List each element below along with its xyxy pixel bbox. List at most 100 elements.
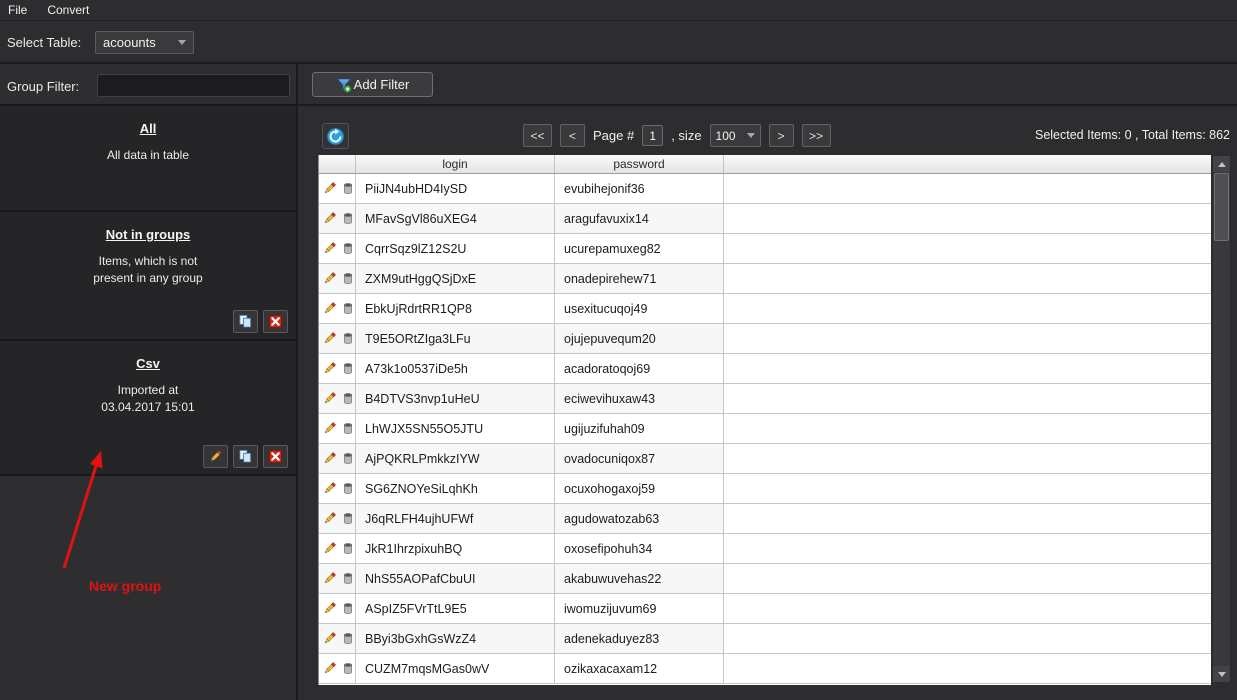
next-page-button[interactable]: > bbox=[768, 124, 794, 147]
delete-group-button[interactable] bbox=[263, 445, 288, 468]
prev-page-button[interactable]: < bbox=[560, 124, 585, 147]
table-row[interactable]: SG6ZNOYeSiLqhKh ocuxohogaxoj59 bbox=[319, 474, 1211, 504]
table-row[interactable]: A73k1o0537iDe5h acadoratoqoj69 bbox=[319, 354, 1211, 384]
trash-icon bbox=[341, 211, 355, 226]
delete-row-button[interactable] bbox=[340, 661, 355, 677]
table-row[interactable]: BByi3bGxhGsWzZ4 adenekaduyez83 bbox=[319, 624, 1211, 654]
edit-row-button[interactable] bbox=[322, 601, 337, 617]
table-row[interactable]: MFavSgVl86uXEG4 aragufavuxix14 bbox=[319, 204, 1211, 234]
table-row[interactable]: EbkUjRdrtRR1QP8 usexitucuqoj49 bbox=[319, 294, 1211, 324]
copy-group-button[interactable] bbox=[233, 445, 258, 468]
pencil-icon bbox=[322, 661, 337, 676]
refresh-button[interactable] bbox=[322, 123, 349, 149]
filler-cell bbox=[724, 444, 1211, 473]
group-filter-input[interactable] bbox=[97, 74, 290, 97]
copy-icon bbox=[238, 449, 253, 464]
delete-row-button[interactable] bbox=[340, 181, 355, 197]
table-row[interactable]: B4DTVS3nvp1uHeU eciwevihuxaw43 bbox=[319, 384, 1211, 414]
delete-row-button[interactable] bbox=[340, 451, 355, 467]
delete-row-button[interactable] bbox=[340, 361, 355, 377]
table-row[interactable]: CUZM7mqsMGas0wV ozikaxacaxam12 bbox=[319, 654, 1211, 684]
group-item-csv[interactable]: Csv Imported at 03.04.2017 15:01 bbox=[0, 341, 296, 474]
delete-row-button[interactable] bbox=[340, 571, 355, 587]
pencil-icon bbox=[322, 181, 337, 196]
page-number-label: Page # bbox=[593, 128, 635, 143]
vertical-scrollbar[interactable] bbox=[1212, 155, 1231, 683]
password-column-header[interactable]: password bbox=[555, 155, 724, 173]
trash-icon bbox=[341, 421, 355, 436]
edit-row-button[interactable] bbox=[322, 541, 337, 557]
divider bbox=[298, 104, 1237, 106]
edit-row-button[interactable] bbox=[322, 511, 337, 527]
table-row[interactable]: JkR1IhrzpixuhBQ oxosefipohuh34 bbox=[319, 534, 1211, 564]
edit-row-button[interactable] bbox=[322, 451, 337, 467]
edit-group-button[interactable] bbox=[203, 445, 228, 468]
delete-row-button[interactable] bbox=[340, 211, 355, 227]
pencil-icon bbox=[322, 571, 337, 586]
delete-row-button[interactable] bbox=[340, 541, 355, 557]
delete-group-button[interactable] bbox=[263, 310, 288, 333]
edit-row-button[interactable] bbox=[322, 271, 337, 287]
table-row[interactable]: J6qRLFH4ujhUFWf agudowatozab63 bbox=[319, 504, 1211, 534]
edit-row-button[interactable] bbox=[322, 331, 337, 347]
first-page-button[interactable]: << bbox=[523, 124, 552, 147]
edit-row-button[interactable] bbox=[322, 301, 337, 317]
edit-row-button[interactable] bbox=[322, 661, 337, 677]
password-cell: usexitucuqoj49 bbox=[555, 294, 724, 323]
table-row[interactable]: PiiJN4ubHD4IySD evubihejonif36 bbox=[319, 174, 1211, 204]
menu-bar: File Convert bbox=[0, 0, 1237, 21]
password-cell: eciwevihuxaw43 bbox=[555, 384, 724, 413]
add-filter-button[interactable]: Add Filter bbox=[312, 72, 433, 97]
page-number-input[interactable] bbox=[642, 125, 664, 146]
copy-group-button[interactable] bbox=[233, 310, 258, 333]
group-description: Items, which is not present in any group bbox=[93, 254, 203, 285]
delete-row-button[interactable] bbox=[340, 601, 355, 617]
delete-row-button[interactable] bbox=[340, 421, 355, 437]
last-page-button[interactable]: >> bbox=[801, 124, 831, 147]
pencil-icon bbox=[322, 331, 337, 346]
delete-row-button[interactable] bbox=[340, 271, 355, 287]
delete-row-button[interactable] bbox=[340, 511, 355, 527]
edit-row-button[interactable] bbox=[322, 631, 337, 647]
trash-icon bbox=[341, 481, 355, 496]
edit-row-button[interactable] bbox=[322, 211, 337, 227]
scroll-down-button[interactable] bbox=[1213, 666, 1230, 682]
menu-file[interactable]: File bbox=[0, 0, 37, 21]
edit-row-button[interactable] bbox=[322, 241, 337, 257]
page-size-label: , size bbox=[671, 128, 702, 143]
refresh-icon bbox=[326, 127, 345, 146]
table-row[interactable]: LhWJX5SN55O5JTU ugijuzifuhah09 bbox=[319, 414, 1211, 444]
delete-row-button[interactable] bbox=[340, 481, 355, 497]
table-row[interactable]: CqrrSqz9lZ12S2U ucurepamuxeg82 bbox=[319, 234, 1211, 264]
delete-row-button[interactable] bbox=[340, 301, 355, 317]
group-item-all[interactable]: All All data in table bbox=[0, 106, 296, 210]
edit-row-button[interactable] bbox=[322, 421, 337, 437]
edit-row-button[interactable] bbox=[322, 391, 337, 407]
scroll-up-button[interactable] bbox=[1213, 156, 1230, 172]
table-row[interactable]: AjPQKRLPmkkzIYW ovadocuniqox87 bbox=[319, 444, 1211, 474]
password-cell: aragufavuxix14 bbox=[555, 204, 724, 233]
scrollbar-thumb[interactable] bbox=[1214, 173, 1229, 241]
page-size-select[interactable]: 100 bbox=[709, 124, 761, 147]
table-select-dropdown[interactable]: acoounts bbox=[95, 31, 194, 54]
table-row[interactable]: ZXM9utHggQSjDxE onadepirehew71 bbox=[319, 264, 1211, 294]
login-column-header[interactable]: login bbox=[356, 155, 555, 173]
delete-row-button[interactable] bbox=[340, 631, 355, 647]
edit-row-button[interactable] bbox=[322, 361, 337, 377]
password-cell: oxosefipohuh34 bbox=[555, 534, 724, 563]
menu-convert[interactable]: Convert bbox=[37, 0, 99, 21]
filler-cell bbox=[724, 624, 1211, 653]
edit-row-button[interactable] bbox=[322, 481, 337, 497]
delete-row-button[interactable] bbox=[340, 391, 355, 407]
table-row[interactable]: ASpIZ5FVrTtL9E5 iwomuzijuvum69 bbox=[319, 594, 1211, 624]
table-row[interactable]: NhS55AOPafCbuUI akabuwuvehas22 bbox=[319, 564, 1211, 594]
table-row[interactable]: T9E5ORtZIga3LFu ojujepuvequm20 bbox=[319, 324, 1211, 354]
delete-row-button[interactable] bbox=[340, 241, 355, 257]
password-cell: ucurepamuxeg82 bbox=[555, 234, 724, 263]
login-cell: EbkUjRdrtRR1QP8 bbox=[356, 294, 555, 323]
group-description: All data in table bbox=[106, 148, 190, 162]
delete-row-button[interactable] bbox=[340, 331, 355, 347]
edit-row-button[interactable] bbox=[322, 181, 337, 197]
edit-row-button[interactable] bbox=[322, 571, 337, 587]
group-item-not-in-groups[interactable]: Not in groups Items, which is not presen… bbox=[0, 212, 296, 339]
